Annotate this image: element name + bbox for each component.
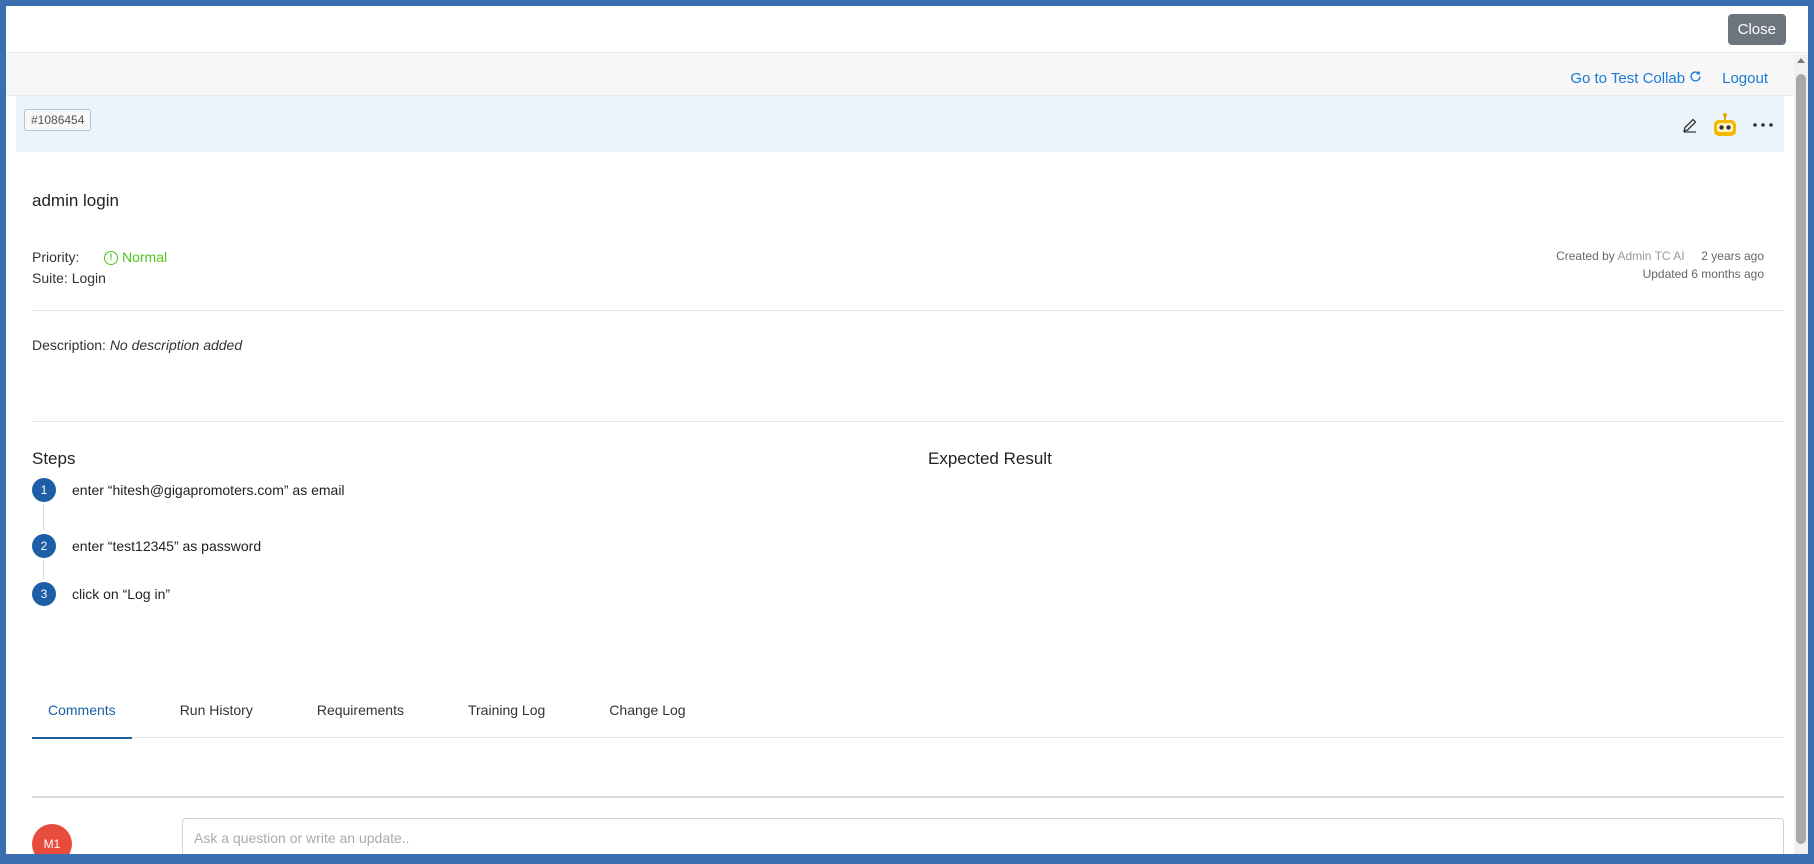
step-number: 3	[32, 582, 56, 606]
step-connector	[43, 560, 44, 580]
tab-training-log[interactable]: Training Log	[452, 698, 561, 738]
tab-requirements[interactable]: Requirements	[301, 698, 420, 738]
divider	[32, 310, 1784, 311]
created-by-label: Created by	[1556, 249, 1615, 263]
scroll-thumb[interactable]	[1796, 74, 1806, 844]
logout-link[interactable]: Logout	[1722, 70, 1768, 87]
close-button[interactable]: Close	[1727, 14, 1786, 45]
tab-comments[interactable]: Comments	[32, 698, 132, 739]
refresh-icon	[1689, 70, 1702, 87]
scroll-up-arrow-icon[interactable]	[1797, 58, 1805, 63]
test-case-modal: Close Go to Test Collab Logout #1086454	[6, 6, 1808, 854]
id-band: #1086454	[16, 96, 1784, 152]
step-item[interactable]: 1 enter “hitesh@gigapromoters.com” as em…	[32, 478, 345, 502]
step-number: 2	[32, 534, 56, 558]
go-to-test-collab-label: Go to Test Collab	[1570, 70, 1686, 87]
description-label: Description:	[32, 337, 106, 353]
updated-text: Updated 6 months ago	[1642, 267, 1764, 281]
comment-divider	[32, 796, 1784, 798]
created-by-name: Admin TC AI	[1617, 249, 1685, 263]
go-to-test-collab-link[interactable]: Go to Test Collab	[1570, 70, 1722, 87]
tab-change-log[interactable]: Change Log	[593, 698, 701, 738]
priority-value-text: Normal	[122, 249, 168, 265]
step-text: click on “Log in”	[72, 586, 171, 602]
robot-icon[interactable]	[1712, 112, 1738, 138]
step-text: enter “hitesh@gigapromoters.com” as emai…	[72, 482, 345, 498]
pencil-icon[interactable]	[1682, 117, 1698, 133]
meta-left: Priority: ! Normal Suite: Login	[32, 247, 167, 289]
info-circle-icon: !	[104, 250, 118, 265]
step-connector	[43, 504, 44, 530]
priority-row: Priority: ! Normal	[32, 247, 167, 268]
more-icon[interactable]	[1752, 122, 1774, 128]
created-ago: 2 years ago	[1701, 249, 1764, 263]
topbar: Go to Test Collab Logout	[6, 54, 1794, 96]
created-row: Created by Admin TC AI 2 years ago	[1556, 247, 1764, 265]
suite-text: Suite: Login	[32, 270, 106, 286]
step-item[interactable]: 3 click on “Log in”	[32, 582, 170, 606]
description-value: No description added	[109, 337, 243, 353]
avatar: M1	[32, 824, 72, 854]
expected-result-title: Expected Result	[928, 449, 1052, 468]
modal-header: Close	[6, 6, 1808, 53]
topbar-links: Go to Test Collab Logout	[1570, 70, 1768, 87]
priority-label: Priority:	[32, 249, 80, 265]
comment-input[interactable]	[182, 818, 1784, 854]
step-text: enter “test12345” as password	[72, 538, 262, 554]
scrollbar[interactable]	[1794, 54, 1808, 854]
meta-right: Created by Admin TC AI 2 years ago Updat…	[1556, 247, 1764, 283]
step-item[interactable]: 2 enter “test12345” as password	[32, 534, 261, 558]
test-case-id-badge: #1086454	[24, 109, 92, 131]
tab-run-history[interactable]: Run History	[164, 698, 269, 738]
test-case-detail: #1086454 admin login Priority: ! Normal …	[16, 96, 1784, 854]
step-number: 1	[32, 478, 56, 502]
steps-title: Steps	[32, 449, 76, 468]
divider	[32, 421, 1784, 422]
description: Description: No description added	[32, 337, 242, 353]
test-case-title: admin login	[32, 191, 119, 210]
detail-tabs: Comments Run History Requirements Traini…	[32, 698, 1784, 739]
header-actions	[1682, 112, 1774, 138]
priority-value[interactable]: ! Normal	[104, 247, 167, 268]
